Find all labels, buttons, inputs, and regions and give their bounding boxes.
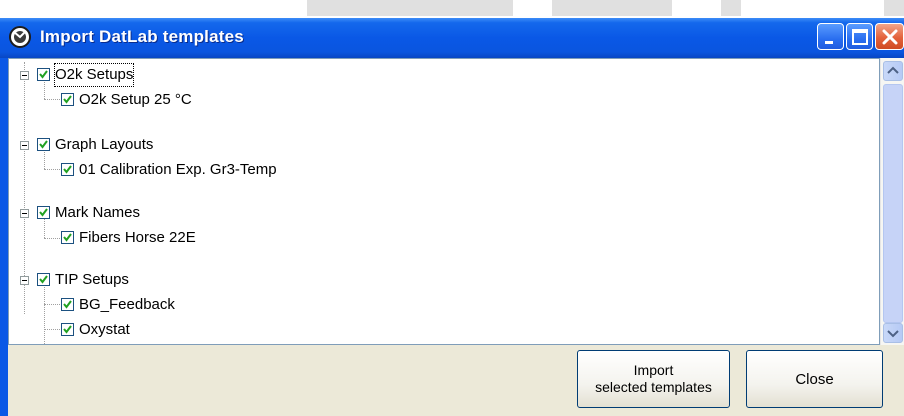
group-label[interactable]: Graph Layouts [55, 134, 153, 156]
close-icon [882, 29, 898, 45]
import-selected-templates-button[interactable]: Import selected templates [577, 350, 730, 408]
tree-group-graph-layouts[interactable]: Graph Layouts [9, 134, 869, 156]
import-button-label-line1: Import [633, 362, 674, 378]
checkbox-item[interactable] [61, 298, 74, 311]
background-fragment [884, 0, 904, 16]
item-label[interactable]: BG_Feedback [79, 294, 175, 316]
group-label[interactable]: TIP Setups [55, 269, 129, 291]
tree-item[interactable]: BG_Feedback [9, 294, 869, 316]
checkbox-item[interactable] [61, 323, 74, 336]
checkmark-icon [39, 70, 48, 79]
scroll-up-button[interactable] [883, 61, 903, 81]
checkbox-mark-names[interactable] [37, 206, 50, 219]
tree-item[interactable]: Fibers Horse 22E [9, 227, 869, 249]
checkbox-graph-layouts[interactable] [37, 138, 50, 151]
group-label[interactable]: Mark Names [55, 202, 140, 224]
checkmark-icon [63, 95, 72, 104]
minimize-icon [825, 41, 833, 44]
tree-group-o2k-setups[interactable]: O2k Setups [9, 63, 869, 87]
title-bar[interactable]: Import DatLab templates [0, 18, 904, 58]
minimize-button[interactable] [817, 23, 844, 50]
tree-item[interactable]: 01 Calibration Exp. Gr3-Temp [9, 159, 869, 181]
scroll-thumb[interactable] [883, 84, 903, 323]
template-tree[interactable]: O2k Setups O2k Setup 25 °C Graph Layouts [8, 58, 880, 345]
checkbox-item[interactable] [61, 163, 74, 176]
tree-item[interactable]: Oxystat [9, 319, 869, 341]
checkmark-icon [39, 140, 48, 149]
import-button-label-line2: selected templates [595, 379, 712, 395]
background-fragment [552, 0, 672, 16]
dialog-client-area: O2k Setups O2k Setup 25 °C Graph Layouts [8, 58, 904, 416]
close-window-button[interactable] [875, 23, 904, 50]
close-button[interactable]: Close [746, 350, 883, 408]
close-button-label: Close [795, 370, 834, 388]
checkmark-icon [63, 325, 72, 334]
maximize-icon [852, 29, 868, 45]
tree-item[interactable]: O2k Setup 25 °C [9, 89, 869, 111]
item-label[interactable]: Fibers Horse 22E [79, 227, 196, 249]
checkmark-icon [63, 300, 72, 309]
checkmark-icon [63, 165, 72, 174]
group-label[interactable]: O2k Setups [53, 63, 135, 87]
datlab-app-icon[interactable] [8, 25, 32, 49]
checkbox-tip-setups[interactable] [37, 273, 50, 286]
window-title: Import DatLab templates [40, 27, 244, 46]
tree-group-tip-setups[interactable]: TIP Setups [9, 269, 869, 291]
collapse-toggle-icon[interactable] [20, 276, 29, 285]
scroll-up-arrow-icon [887, 66, 899, 74]
checkbox-o2k-setups[interactable] [37, 68, 50, 81]
scroll-down-button[interactable] [883, 323, 903, 343]
collapse-toggle-icon[interactable] [20, 71, 29, 80]
import-dialog: Import DatLab templates O2k Setups O2k S… [0, 18, 904, 416]
checkmark-icon [39, 208, 48, 217]
scroll-down-arrow-icon [887, 330, 899, 338]
tree-item-partial[interactable] [9, 342, 869, 345]
item-label[interactable]: Oxystat [79, 319, 130, 341]
background-window-strip [0, 0, 904, 18]
checkbox-item[interactable] [61, 231, 74, 244]
background-fragment [307, 0, 513, 16]
checkbox-item[interactable] [61, 344, 74, 345]
item-label[interactable]: 01 Calibration Exp. Gr3-Temp [79, 159, 277, 181]
tree-vertical-scrollbar[interactable] [880, 58, 904, 345]
checkbox-item[interactable] [61, 93, 74, 106]
item-label[interactable]: O2k Setup 25 °C [79, 89, 192, 111]
tree-group-mark-names[interactable]: Mark Names [9, 202, 869, 224]
collapse-toggle-icon[interactable] [20, 141, 29, 150]
background-fragment [721, 0, 741, 16]
checkmark-icon [63, 233, 72, 242]
maximize-button[interactable] [846, 23, 873, 50]
collapse-toggle-icon[interactable] [20, 209, 29, 218]
checkmark-icon [39, 275, 48, 284]
